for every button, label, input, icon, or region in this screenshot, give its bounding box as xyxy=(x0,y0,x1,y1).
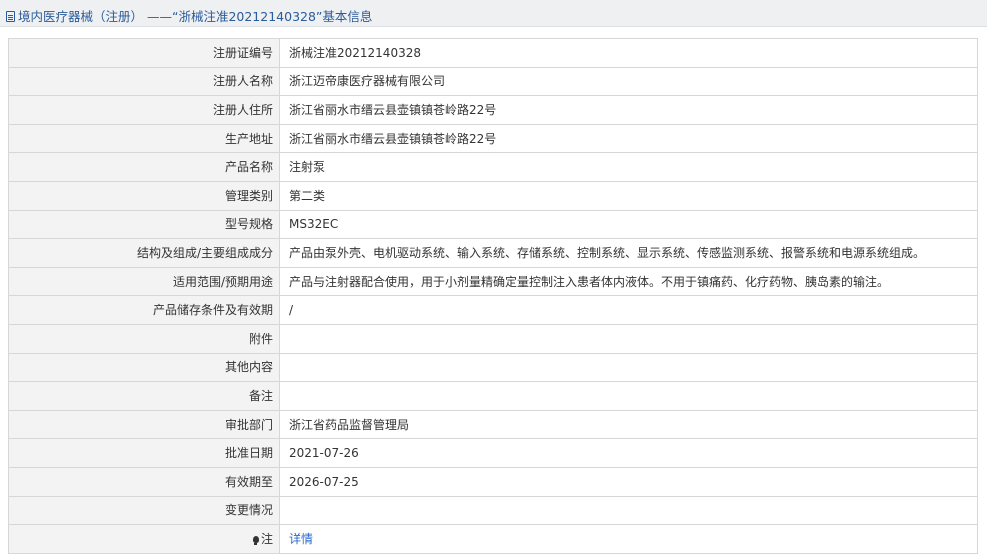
row-value: 注射泵 xyxy=(279,152,978,182)
detail-table: 注册证编号 浙械注准20212140328 注册人名称 浙江迈帝康医疗器械有限公司 注册… xyxy=(8,38,978,554)
row-value: MS32EC xyxy=(279,209,978,240)
row-value: / xyxy=(279,295,978,325)
table-row: 有效期至 2026-07-25 xyxy=(8,466,978,497)
row-label: 注册人名称 xyxy=(8,66,280,97)
row-label: 注册人住所 xyxy=(8,95,280,125)
row-label: 有效期至 xyxy=(8,466,280,497)
table-row: 变更情况 xyxy=(8,495,978,526)
details-link[interactable]: 详情 xyxy=(289,532,313,546)
table-row: 注册人住所 浙江省丽水市缙云县壶镇镇苍岭路22号 xyxy=(8,95,978,125)
row-label: 变更情况 xyxy=(8,495,280,526)
row-value: 2026-07-25 xyxy=(279,466,978,497)
row-value: 浙江省丽水市缙云县壶镇镇苍岭路22号 xyxy=(279,123,978,154)
row-value: 浙江迈帝康医疗器械有限公司 xyxy=(279,66,978,97)
row-label: 审批部门 xyxy=(8,409,280,440)
title-bar: 境内医疗器械（注册） ——“浙械注准20212140328”基本信息 xyxy=(0,0,987,27)
note-label-cell: 注 xyxy=(8,524,280,554)
bulb-icon xyxy=(252,535,259,545)
note-label: 注 xyxy=(260,531,273,546)
row-value xyxy=(279,495,978,526)
row-value: 第二类 xyxy=(279,180,978,211)
row-label: 批准日期 xyxy=(8,438,280,468)
page-title: 境内医疗器械（注册） ——“浙械注准20212140328”基本信息 xyxy=(6,6,372,25)
row-value xyxy=(279,381,978,411)
row-label: 型号规格 xyxy=(8,209,280,240)
table-row: 管理类别 第二类 xyxy=(8,180,978,211)
table-row: 审批部门 浙江省药品监督管理局 xyxy=(8,409,978,440)
row-label: 结构及组成/主要组成成分 xyxy=(8,238,280,268)
table-row: 生产地址 浙江省丽水市缙云县壶镇镇苍岭路22号 xyxy=(8,123,978,154)
row-label: 产品名称 xyxy=(8,152,280,182)
row-value: 2021-07-26 xyxy=(279,438,978,468)
row-label: 管理类别 xyxy=(8,180,280,211)
row-label: 产品储存条件及有效期 xyxy=(8,295,280,325)
table-row: 结构及组成/主要组成成分 产品由泵外壳、电机驱动系统、输入系统、存储系统、控制系统… xyxy=(8,238,978,268)
row-value xyxy=(279,323,978,354)
note-value-cell: 详情 xyxy=(279,524,978,554)
row-label: 注册证编号 xyxy=(8,38,280,68)
table-row: 备注 xyxy=(8,381,978,411)
table-row: 批准日期 2021-07-26 xyxy=(8,438,978,468)
table-row: 适用范围/预期用途 产品与注射器配合使用，用于小剂量精确定量控制注入患者体内液体。… xyxy=(8,266,978,297)
row-value: 浙江省药品监督管理局 xyxy=(279,409,978,440)
row-value: 产品与注射器配合使用，用于小剂量精确定量控制注入患者体内液体。不用于镇痛药、化疗… xyxy=(279,266,978,297)
row-value: 浙械注准20212140328 xyxy=(279,38,978,68)
table-row: 产品名称 注射泵 xyxy=(8,152,978,182)
row-label: 附件 xyxy=(8,323,280,354)
table-row: 附件 xyxy=(8,323,978,354)
table-row: 其他内容 xyxy=(8,352,978,383)
row-value: 浙江省丽水市缙云县壶镇镇苍岭路22号 xyxy=(279,95,978,125)
row-label: 生产地址 xyxy=(8,123,280,154)
document-icon xyxy=(6,11,15,22)
row-value xyxy=(279,352,978,383)
page-title-text: 境内医疗器械（注册） ——“浙械注准20212140328”基本信息 xyxy=(18,9,373,24)
table-row: 产品储存条件及有效期 / xyxy=(8,295,978,325)
table-row: 型号规格 MS32EC xyxy=(8,209,978,240)
row-label: 其他内容 xyxy=(8,352,280,383)
table-row: 注册人名称 浙江迈帝康医疗器械有限公司 xyxy=(8,66,978,97)
row-label: 备注 xyxy=(8,381,280,411)
note-row: 注 详情 xyxy=(8,524,978,554)
row-label: 适用范围/预期用途 xyxy=(8,266,280,297)
row-value: 产品由泵外壳、电机驱动系统、输入系统、存储系统、控制系统、显示系统、传感监测系统… xyxy=(279,238,978,268)
table-row: 注册证编号 浙械注准20212140328 xyxy=(8,38,978,68)
detail-table-body: 注册证编号 浙械注准20212140328 注册人名称 浙江迈帝康医疗器械有限公司 注册… xyxy=(8,38,978,554)
